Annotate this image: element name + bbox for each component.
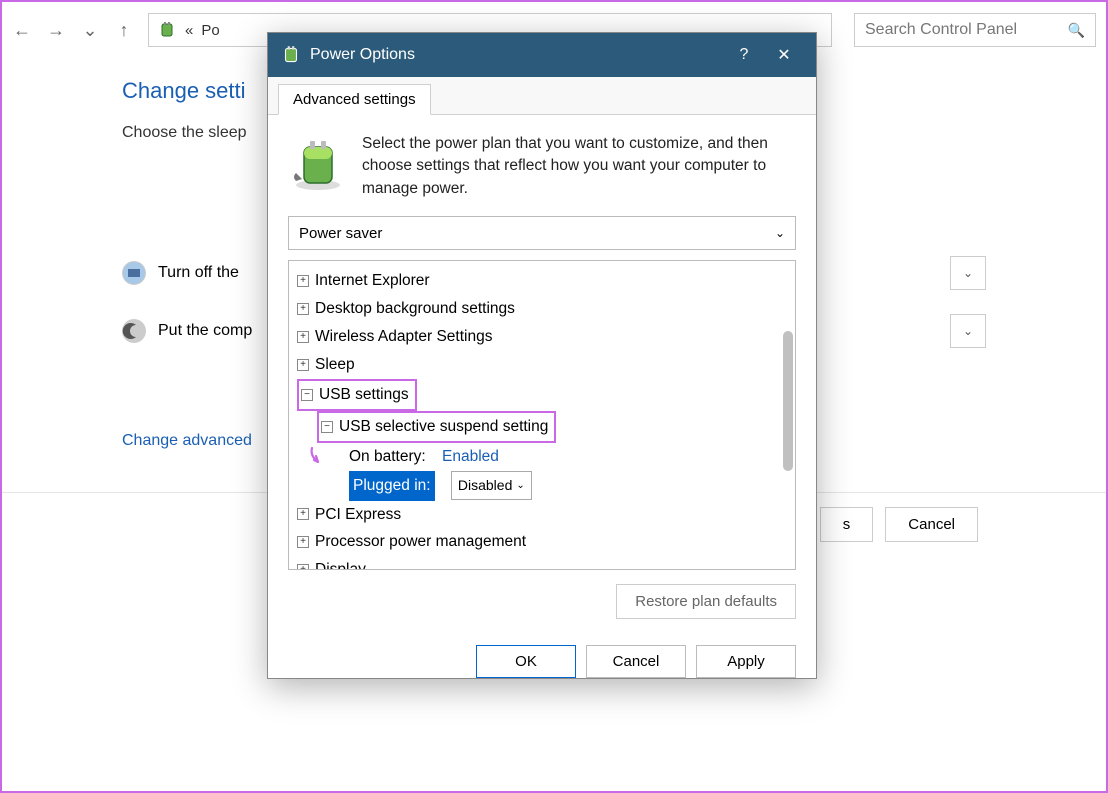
chevron-down-icon: ⌄	[775, 226, 785, 240]
titlebar: Power Options ? ✕	[268, 33, 816, 77]
power-options-dialog: Power Options ? ✕ Advanced settings Sele…	[267, 32, 817, 679]
plugged-in-label: Plugged in:	[349, 471, 435, 501]
tree-display[interactable]: Display	[315, 556, 366, 570]
expand-icon[interactable]: +	[297, 564, 309, 570]
turn-off-dropdown[interactable]: ⌄	[950, 256, 986, 290]
recent-dropdown[interactable]: ⌄	[80, 20, 100, 40]
battery-icon	[280, 44, 302, 66]
sleep-icon	[122, 319, 146, 343]
highlight-usb-settings: −USB settings	[297, 379, 417, 411]
tree-desktop[interactable]: Desktop background settings	[315, 295, 515, 323]
cancel-button[interactable]: Cancel	[586, 645, 686, 678]
cancel-button-bg[interactable]: Cancel	[885, 507, 978, 542]
apply-button[interactable]: Apply	[696, 645, 796, 678]
intro-text: Select the power plan that you want to c…	[362, 133, 796, 200]
turn-off-display-label: Turn off the	[158, 264, 239, 282]
on-battery-value[interactable]: Enabled	[442, 443, 499, 471]
tree-proc[interactable]: Processor power management	[315, 528, 526, 556]
back-button[interactable]: ←	[12, 20, 32, 40]
chevron-down-icon: ⌄	[516, 477, 524, 495]
on-battery-label: On battery:	[349, 443, 426, 471]
expand-icon[interactable]: +	[297, 303, 309, 315]
breadcrumb-prefix: «	[185, 22, 193, 39]
close-button[interactable]: ✕	[764, 33, 804, 77]
tree-pci[interactable]: PCI Express	[315, 501, 401, 529]
highlight-usb-selective: −USB selective suspend setting	[317, 411, 556, 443]
up-button[interactable]: ↑	[114, 20, 134, 40]
advanced-link[interactable]: Change advanced	[122, 432, 252, 450]
ok-button[interactable]: OK	[476, 645, 576, 678]
plugged-in-value[interactable]: Disabled⌄	[451, 471, 532, 500]
breadcrumb-text: Po	[201, 22, 219, 39]
collapse-icon[interactable]: −	[301, 389, 313, 401]
collapse-icon[interactable]: −	[321, 421, 333, 433]
expand-icon[interactable]: +	[297, 536, 309, 548]
intro-section: Select the power plan that you want to c…	[268, 115, 816, 210]
forward-button[interactable]: →	[46, 20, 66, 40]
settings-tree: + Internet Explorer + Desktop background s…	[288, 260, 796, 570]
display-off-icon	[122, 261, 146, 285]
battery-large-icon	[288, 133, 348, 193]
tree-ie[interactable]: Internet Explorer	[315, 267, 430, 295]
search-placeholder: Search Control Panel	[865, 21, 1017, 39]
tab-row: Advanced settings	[268, 77, 816, 115]
tree-sleep[interactable]: Sleep	[315, 351, 355, 379]
sleep-dropdown[interactable]: ⌄	[950, 314, 986, 348]
expand-icon[interactable]: +	[297, 331, 309, 343]
dialog-title: Power Options	[310, 46, 415, 64]
expand-icon[interactable]: +	[297, 508, 309, 520]
tab-advanced-settings[interactable]: Advanced settings	[278, 84, 431, 115]
dialog-buttons: OK Cancel Apply	[268, 631, 816, 678]
expand-icon[interactable]: +	[297, 275, 309, 287]
sleep-label: Put the comp	[158, 322, 252, 340]
power-icon	[157, 20, 177, 40]
tree-usb-selective[interactable]: USB selective suspend setting	[339, 413, 548, 441]
tree-wireless[interactable]: Wireless Adapter Settings	[315, 323, 492, 351]
save-button-bg[interactable]: s	[820, 507, 874, 542]
restore-defaults-button[interactable]: Restore plan defaults	[616, 584, 796, 619]
power-plan-value: Power saver	[299, 225, 382, 242]
help-button[interactable]: ?	[724, 33, 764, 77]
power-plan-select[interactable]: Power saver ⌄	[288, 216, 796, 250]
tree-usb[interactable]: USB settings	[319, 381, 409, 409]
scrollbar[interactable]	[783, 331, 793, 471]
expand-icon[interactable]: +	[297, 359, 309, 371]
search-icon: 🔍	[1068, 22, 1085, 39]
search-input[interactable]: Search Control Panel 🔍	[854, 13, 1096, 47]
